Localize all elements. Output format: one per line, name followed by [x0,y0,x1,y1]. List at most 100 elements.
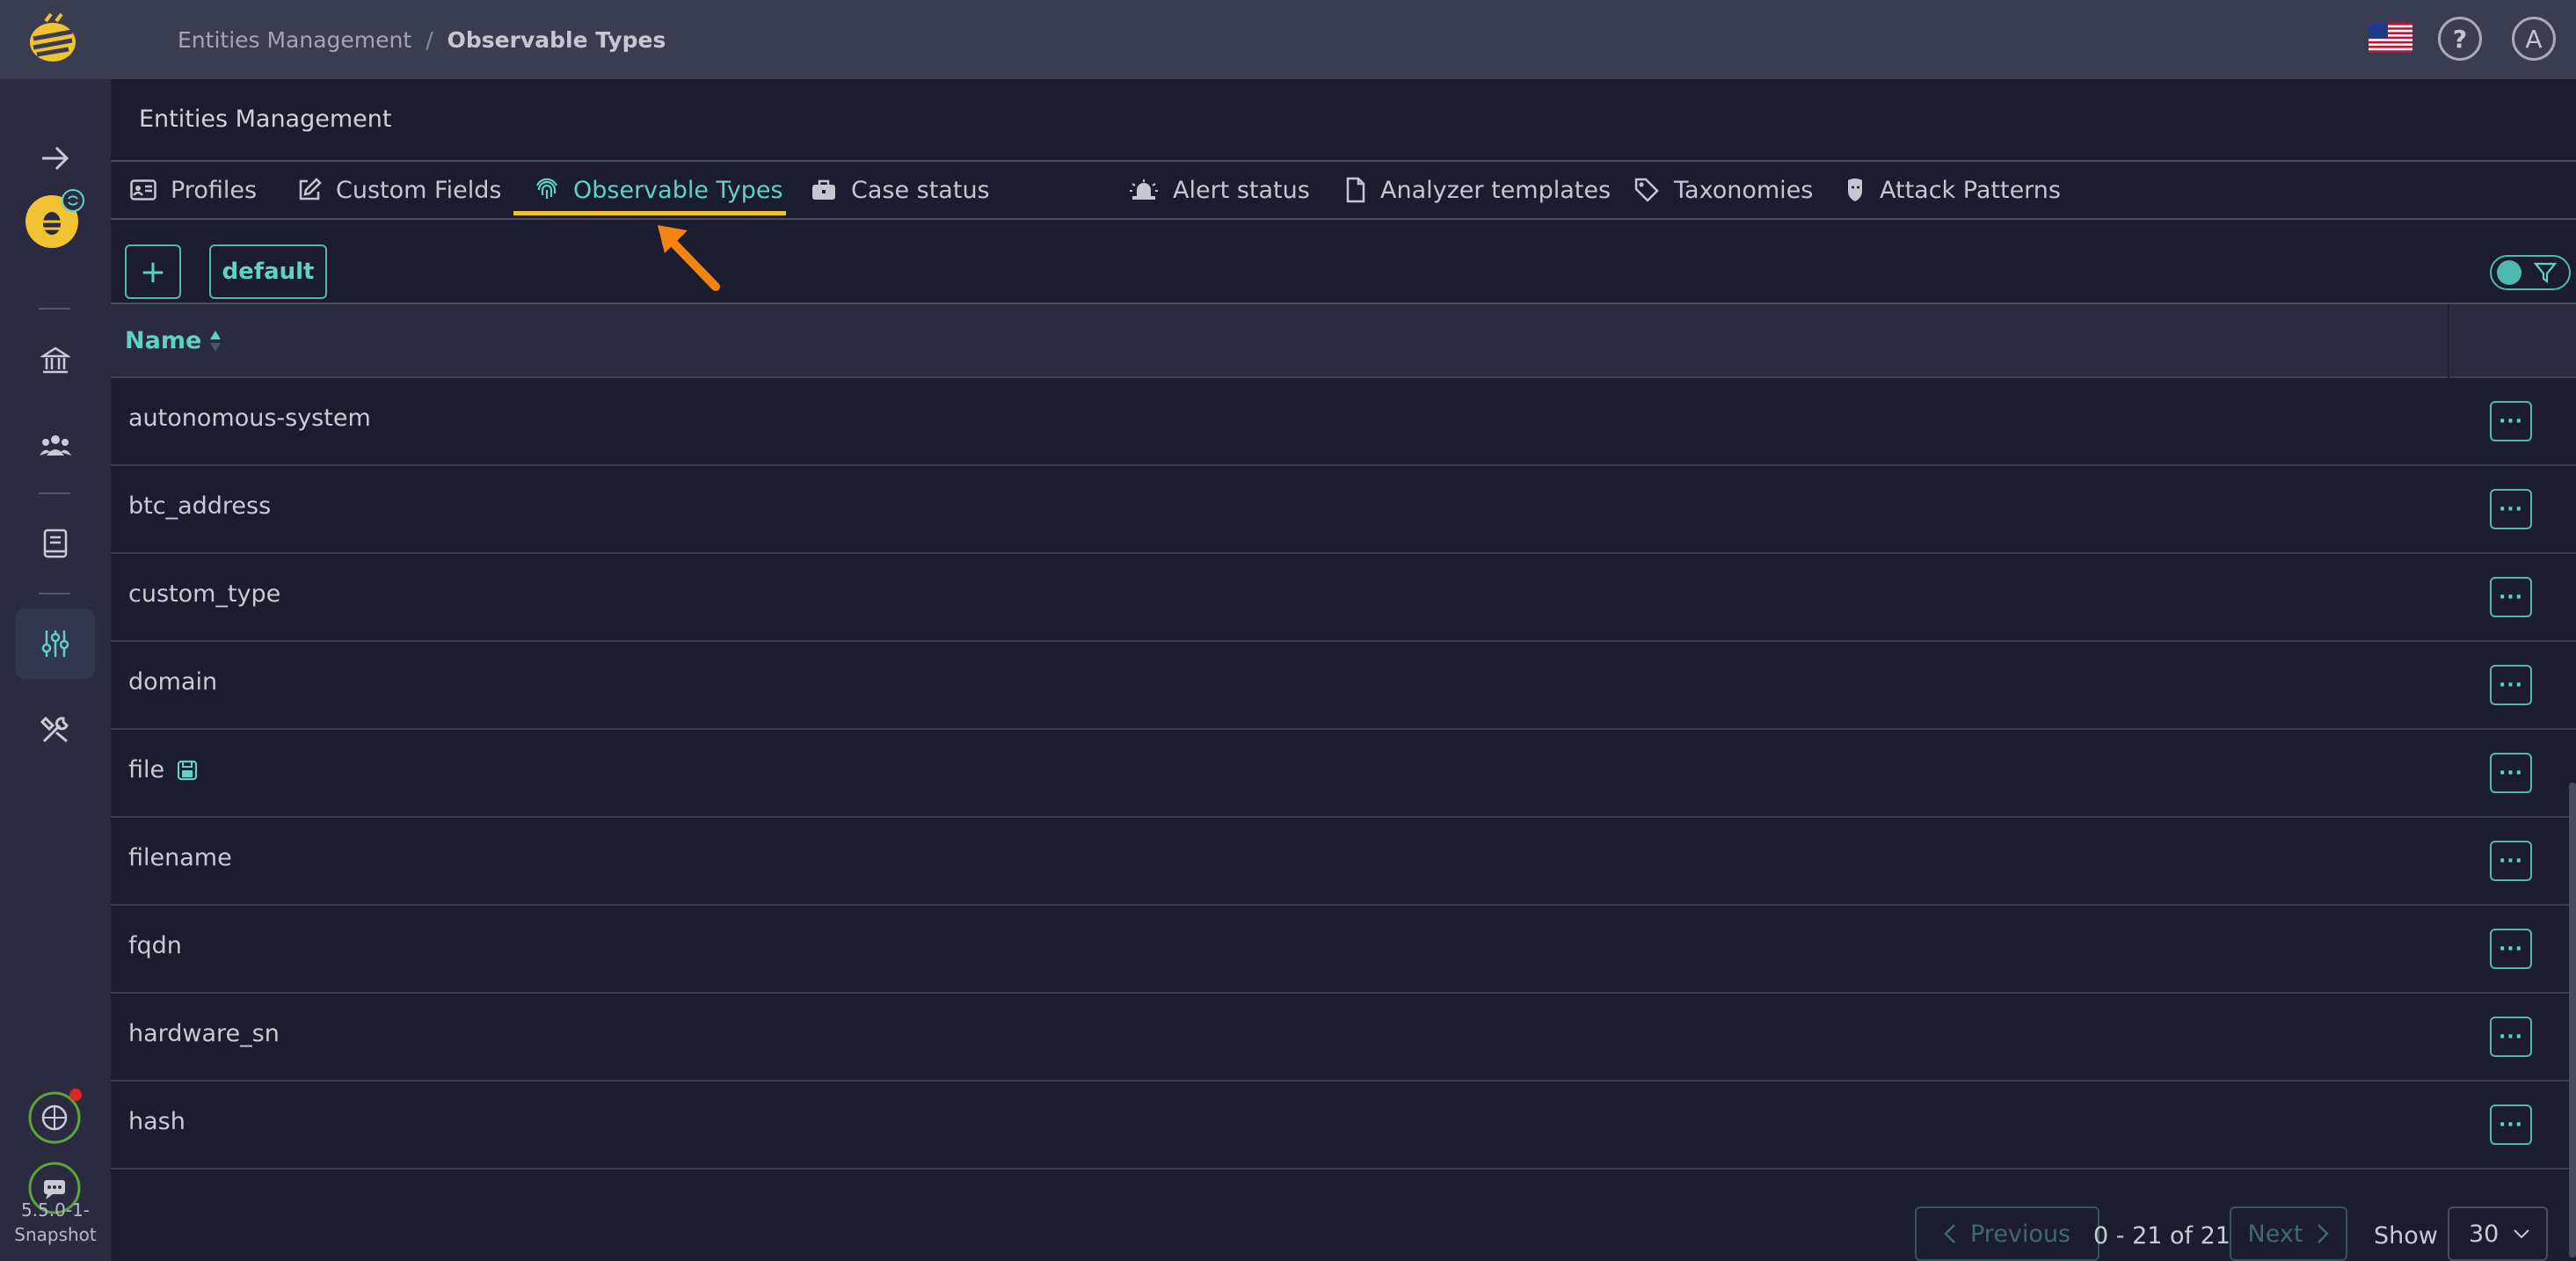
row-actions-button[interactable]: ··· [2490,1104,2532,1145]
edit-icon [299,178,322,200]
attachment-icon [178,760,198,780]
row-name: custom_type [128,580,281,608]
sidebar-divider [39,308,70,310]
tab-alert-status[interactable]: Alert status [1129,162,1310,218]
tab-label: Attack Patterns [1880,176,2061,204]
row-name: filename [128,844,232,871]
table-row[interactable]: custom_type ··· [111,554,2576,642]
organisation-bee-icon[interactable] [16,174,95,262]
breadcrumb-entities-management[interactable]: Entities Management [178,27,411,53]
row-name: fqdn [128,932,182,959]
table-row[interactable]: hash ··· [111,1082,2576,1170]
previous-page-button[interactable]: Previous [1915,1206,2099,1261]
tab-analyzer-templates[interactable]: Analyzer templates [1345,162,1611,218]
pagination-info: 0 - 21 of 21 [2093,1222,2230,1250]
page-size-select[interactable]: 30 [2448,1206,2548,1261]
column-divider [2448,304,2449,378]
briefcase-icon [812,179,835,200]
sidebar: 5.5.0-1- Snapshot [0,79,111,1261]
tab-label: Analyzer templates [1380,176,1612,204]
table-row[interactable]: btc_address ··· [111,466,2576,554]
row-name: hash [128,1108,186,1135]
book-icon[interactable] [16,508,95,579]
users-icon[interactable] [16,410,95,480]
user-avatar[interactable]: A [2512,17,2556,61]
breadcrumb-current: Observable Types [447,26,666,53]
sidebar-divider [39,593,70,594]
tab-label: Case status [851,176,990,204]
version-line-1: 5.5.0-1- [20,1199,91,1221]
version-label: 5.5.0-1- Snapshot [0,1198,111,1247]
filter-icon [2534,262,2557,283]
row-name: hardware_sn [128,1020,280,1047]
filter-toggle[interactable] [2490,255,2571,290]
tools-icon[interactable] [16,695,95,765]
tab-attack-patterns[interactable]: Attack Patterns [1845,162,2061,218]
version-line-2: Snapshot [14,1224,97,1245]
table-row[interactable]: hardware_sn ··· [111,994,2576,1082]
next-page-button[interactable]: Next [2230,1206,2347,1261]
help-icon[interactable]: ? [2438,17,2482,61]
row-actions-button[interactable]: ··· [2490,929,2532,969]
tab-taxonomies[interactable]: Taxonomies [1634,162,1813,218]
chevron-left-icon [1944,1224,1955,1243]
mask-icon [1848,179,1862,201]
table-row[interactable]: autonomous-system ··· [111,378,2576,466]
row-actions-button[interactable]: ··· [2490,841,2532,881]
row-actions-button[interactable]: ··· [2490,489,2532,529]
sort-ascending-icon[interactable] [208,329,222,354]
page-size-value: 30 [2469,1220,2500,1248]
column-header-label: Name [125,327,202,354]
row-actions-button[interactable]: ··· [2490,665,2532,705]
toolbar: + default [111,220,2576,304]
row-name: file [128,756,165,784]
column-header-name[interactable]: Name [125,327,222,354]
add-observable-type-button[interactable]: + [125,244,181,299]
tab-label: Alert status [1173,176,1310,204]
main-content: Entities Management Profiles Custom Fiel… [111,79,2576,1261]
scrollbar[interactable] [2569,783,2576,1257]
tab-observable-types[interactable]: Observable Types [535,162,783,218]
file-icon [1346,177,1365,203]
table-header: Name [111,304,2576,378]
thehive-logo-icon[interactable] [25,12,81,67]
brain-icon[interactable] [16,1082,95,1152]
tags-icon [1634,178,1659,202]
default-button[interactable]: default [209,244,327,299]
page-title: Entities Management [139,106,392,133]
breadcrumb-separator: / [426,26,433,53]
tab-profiles[interactable]: Profiles [130,162,257,218]
tab-label: Custom Fields [336,176,502,204]
show-label: Show [2374,1222,2438,1250]
row-name: btc_address [128,492,272,520]
us-flag-icon[interactable] [2369,23,2412,53]
row-actions-button[interactable]: ··· [2490,753,2532,793]
sidebar-divider [39,492,70,494]
alarm-icon [1130,179,1158,200]
tab-label: Profiles [171,176,258,204]
table-row[interactable]: fqdn ··· [111,906,2576,994]
row-actions-button[interactable]: ··· [2490,401,2532,441]
row-name: domain [128,668,218,696]
id-card-icon [130,179,156,200]
table-row[interactable]: filename ··· [111,818,2576,906]
table-row[interactable]: domain ··· [111,642,2576,730]
previous-label: Previous [1969,1220,2071,1248]
next-label: Next [2247,1220,2303,1248]
annotation-arrow-icon [658,225,720,291]
page-header: Entities Management [111,79,2576,162]
top-bar: Entities Management / Observable Types ?… [0,0,2576,79]
sliders-icon[interactable] [16,609,95,679]
row-actions-button[interactable]: ··· [2490,1017,2532,1057]
row-actions-button[interactable]: ··· [2490,577,2532,617]
bank-icon[interactable] [16,325,95,396]
tab-case-status[interactable]: Case status [811,162,990,218]
table-row[interactable]: file ··· [111,730,2576,818]
tab-label: Taxonomies [1674,176,1814,204]
tab-bar: Profiles Custom Fields Observable Types … [111,162,2576,220]
tab-custom-fields[interactable]: Custom Fields [297,162,501,218]
pagination: Previous 0 - 21 of 21 Next Show 30 [111,1196,2576,1261]
chevron-right-icon [2318,1224,2330,1243]
active-tab-indicator [513,211,786,215]
chevron-down-icon [2514,1229,2530,1239]
